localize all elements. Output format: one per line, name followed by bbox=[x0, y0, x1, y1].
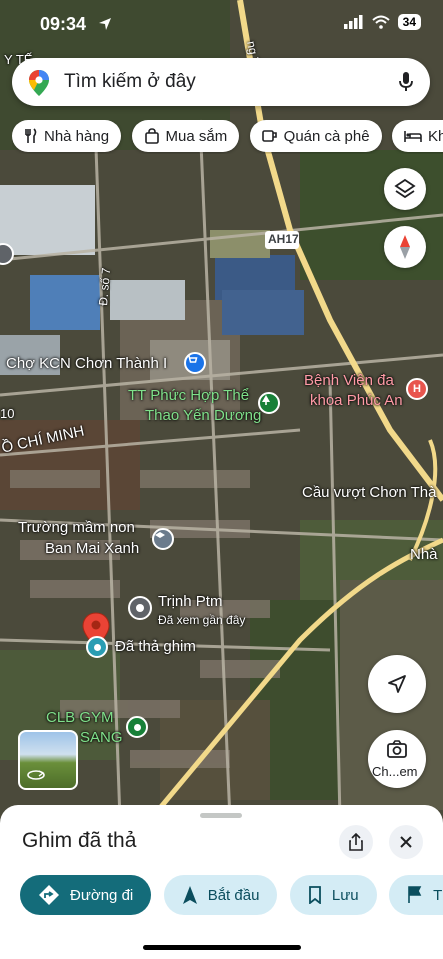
layers-button[interactable] bbox=[384, 168, 426, 210]
category-chips: Nhà hàng Mua sắm Quán cà phê Khá bbox=[12, 120, 443, 154]
tt-phuc-hop-label-line2: Thao Yến Dương bbox=[145, 407, 262, 424]
chip-coffee[interactable]: Quán cà phê bbox=[249, 120, 382, 152]
cellular-signal-icon bbox=[343, 15, 363, 29]
start-button-label: Bắt đầu bbox=[207, 886, 260, 904]
chip-restaurants[interactable]: Nhà hàng bbox=[12, 120, 122, 152]
search-bar[interactable]: Tìm kiếm ở đây bbox=[12, 58, 430, 106]
action-buttons: Đường đi Bắt đầu Lưu Thê bbox=[20, 875, 443, 917]
camera-icon bbox=[387, 740, 407, 758]
clb-gym-label-line1: CLB GYM bbox=[46, 709, 114, 726]
school-icon[interactable] bbox=[152, 528, 174, 550]
directions-button[interactable]: Đường đi bbox=[20, 875, 152, 915]
nha-label: Nhà bbox=[410, 546, 438, 563]
google-maps-logo-icon bbox=[29, 70, 49, 96]
sheet-grabber-handle[interactable] bbox=[200, 813, 242, 818]
chip-coffee-label: Quán cà phê bbox=[283, 127, 370, 145]
park-tree-icon[interactable] bbox=[258, 392, 280, 414]
navigation-arrow-icon bbox=[182, 886, 197, 904]
directions-button-label: Đường đi bbox=[70, 886, 134, 904]
bookmark-icon bbox=[308, 886, 321, 904]
tt-phuc-hop-label-line1: TT Phức Hợp Thể bbox=[128, 387, 250, 404]
battery-indicator: 34 bbox=[397, 14, 421, 30]
dropped-pin-marker-icon[interactable] bbox=[86, 636, 108, 658]
share-icon bbox=[349, 833, 363, 851]
flag-icon bbox=[408, 886, 422, 903]
gym-icon[interactable] bbox=[126, 716, 148, 738]
truong-mam-non-label-line2: Ban Mai Xanh bbox=[45, 540, 140, 557]
save-button[interactable]: Lưu bbox=[289, 875, 377, 915]
microphone-icon[interactable] bbox=[398, 71, 414, 93]
benh-vien-label-line1: Bệnh Viện đa bbox=[304, 372, 394, 389]
status-bar: 09:34 34 bbox=[0, 0, 443, 48]
my-location-button[interactable] bbox=[368, 655, 426, 713]
label-button[interactable]: Thê bbox=[389, 875, 443, 915]
directions-icon bbox=[39, 885, 59, 905]
dropped-pin-label: Đã thả ghim bbox=[115, 638, 196, 655]
cau-vuot-label: Cầu vượt Chơn Thà bbox=[302, 484, 437, 501]
hospital-icon[interactable]: H bbox=[406, 378, 428, 400]
clb-gym-label-line2: SANG bbox=[80, 729, 123, 746]
status-time: 09:34 bbox=[40, 14, 87, 34]
location-arrow-icon bbox=[99, 18, 111, 30]
shopping-cart-icon[interactable] bbox=[184, 352, 206, 374]
layers-icon bbox=[394, 178, 416, 199]
chip-hotels-label: Khá bbox=[428, 127, 443, 145]
camera-button-label: Ch...em bbox=[372, 764, 418, 779]
share-button[interactable] bbox=[339, 825, 373, 859]
place-bottom-sheet[interactable]: Ghim đã thả Đường đi Bắt đầu Lưu Thê bbox=[0, 805, 443, 959]
home-indicator[interactable] bbox=[143, 945, 301, 950]
trinh-ptm-pin-icon[interactable] bbox=[128, 596, 152, 620]
chip-hotels[interactable]: Khá bbox=[392, 120, 443, 152]
wifi-icon bbox=[371, 15, 390, 29]
road-10-label: 10 bbox=[0, 406, 15, 421]
bed-icon bbox=[404, 131, 422, 142]
navigation-arrow-outline-icon bbox=[388, 675, 406, 693]
trinh-ptm-label: Trịnh Ptm bbox=[158, 593, 223, 610]
fork-knife-icon bbox=[25, 128, 37, 143]
rotate-360-icon bbox=[27, 770, 45, 780]
benh-vien-label-line2: khoa Phúc An bbox=[310, 392, 403, 409]
save-button-label: Lưu bbox=[331, 886, 359, 904]
truong-mam-non-label-line1: Trường mầm non bbox=[18, 519, 135, 536]
label-button-text: Thê bbox=[433, 886, 443, 904]
compass-icon bbox=[400, 235, 410, 259]
search-input[interactable]: Tìm kiếm ở đây bbox=[64, 71, 196, 93]
chip-shopping-label: Mua sắm bbox=[165, 127, 228, 145]
start-button[interactable]: Bắt đầu bbox=[163, 875, 278, 915]
street-view-thumbnail[interactable] bbox=[18, 730, 78, 790]
coffee-cup-icon bbox=[261, 130, 277, 142]
cho-kcn-label: Chợ KCN Chơn Thành I bbox=[6, 355, 168, 372]
camera-search-button[interactable]: Ch...em bbox=[368, 730, 426, 788]
chip-shopping[interactable]: Mua sắm bbox=[131, 120, 240, 152]
compass-button[interactable] bbox=[384, 226, 426, 268]
shopping-bag-icon bbox=[144, 128, 159, 144]
close-icon bbox=[400, 836, 412, 848]
close-button[interactable] bbox=[389, 825, 423, 859]
recently-viewed-label: Đã xem gần đây bbox=[158, 613, 246, 627]
sheet-title: Ghim đã thả bbox=[22, 829, 137, 852]
road-ah17-label: AH17 bbox=[268, 232, 299, 246]
chip-restaurants-label: Nhà hàng bbox=[44, 127, 110, 145]
